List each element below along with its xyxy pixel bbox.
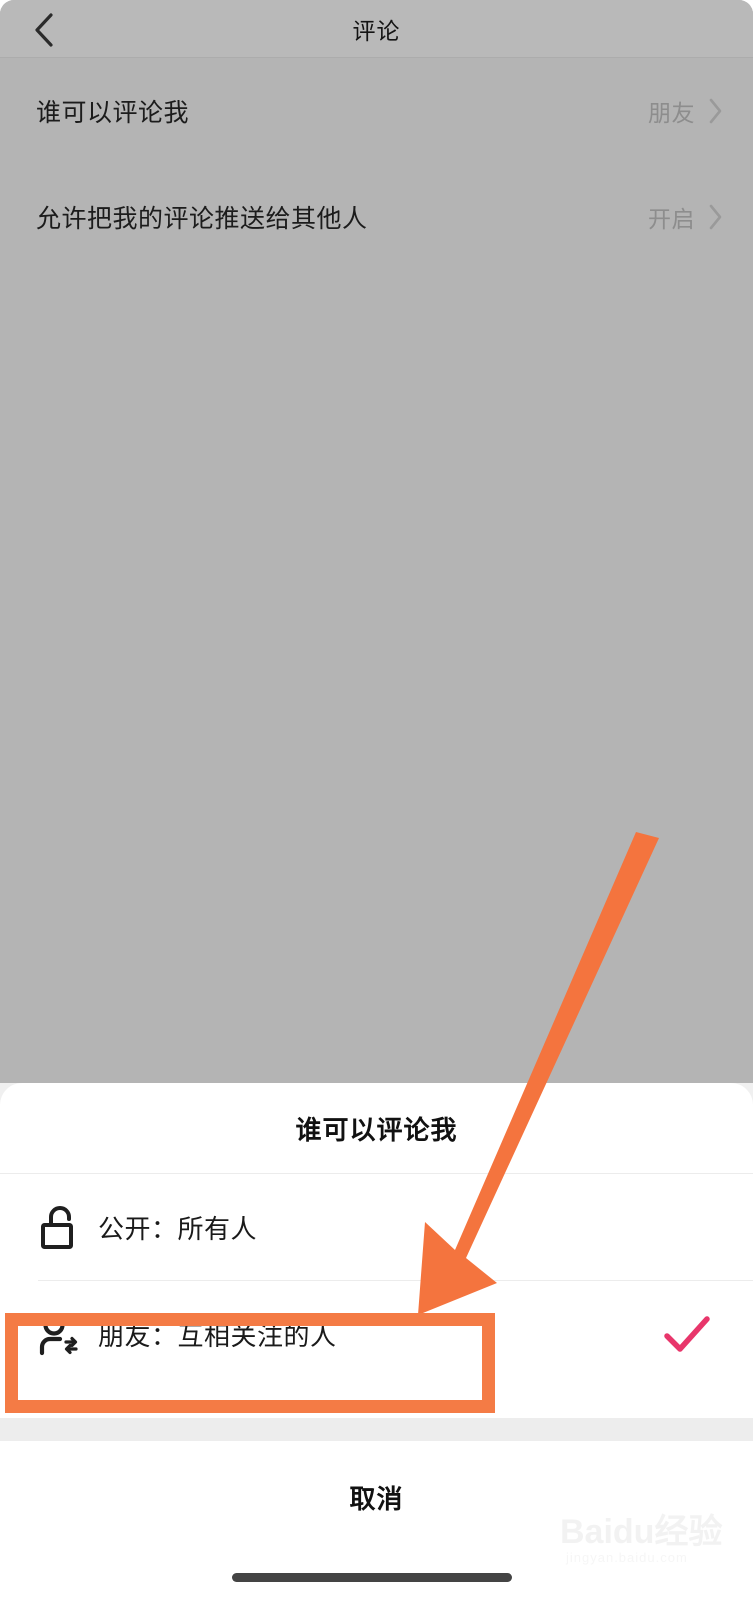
settings-row-trailing: 朋友 <box>648 94 723 128</box>
watermark-url: jingyan.baidu.com <box>566 1550 688 1565</box>
settings-row-value: 朋友 <box>648 100 695 126</box>
option-label: 公开：所有人 <box>98 1213 258 1244</box>
unlock-icon <box>38 1202 84 1252</box>
settings-row-label: 允许把我的评论推送给其他人 <box>36 205 368 233</box>
check-icon <box>661 1312 713 1356</box>
chevron-right-icon <box>707 203 723 231</box>
phone-screen: 评论 谁可以评论我 朋友 允许把我的评论推送给其他人 开启 谁可以评论我 公开：… <box>0 0 753 1600</box>
chevron-right-icon <box>707 97 723 125</box>
baidu-jingyan-watermark: Baidu经验 jingyan.baidu.com <box>560 1492 750 1570</box>
watermark-brand: Baidu经验 <box>560 1513 723 1551</box>
home-indicator[interactable] <box>232 1573 512 1582</box>
settings-list: 谁可以评论我 朋友 允许把我的评论推送给其他人 开启 <box>0 58 753 270</box>
settings-row-value: 开启 <box>648 206 695 232</box>
action-sheet-title: 谁可以评论我 <box>295 1114 458 1145</box>
option-row-public[interactable]: 公开：所有人 <box>0 1174 753 1280</box>
settings-row-label: 谁可以评论我 <box>36 99 190 127</box>
settings-row-trailing: 开启 <box>648 200 723 234</box>
settings-page-behind: 评论 谁可以评论我 朋友 允许把我的评论推送给其他人 开启 <box>0 0 753 1083</box>
settings-row-who-can-comment[interactable]: 谁可以评论我 朋友 <box>0 58 753 164</box>
settings-row-push-my-comments[interactable]: 允许把我的评论推送给其他人 开启 <box>0 164 753 270</box>
sheet-section-gap <box>0 1418 753 1441</box>
page-title: 评论 <box>352 18 401 44</box>
navigation-bar: 评论 <box>0 0 753 58</box>
orange-highlight-box <box>5 1313 495 1413</box>
